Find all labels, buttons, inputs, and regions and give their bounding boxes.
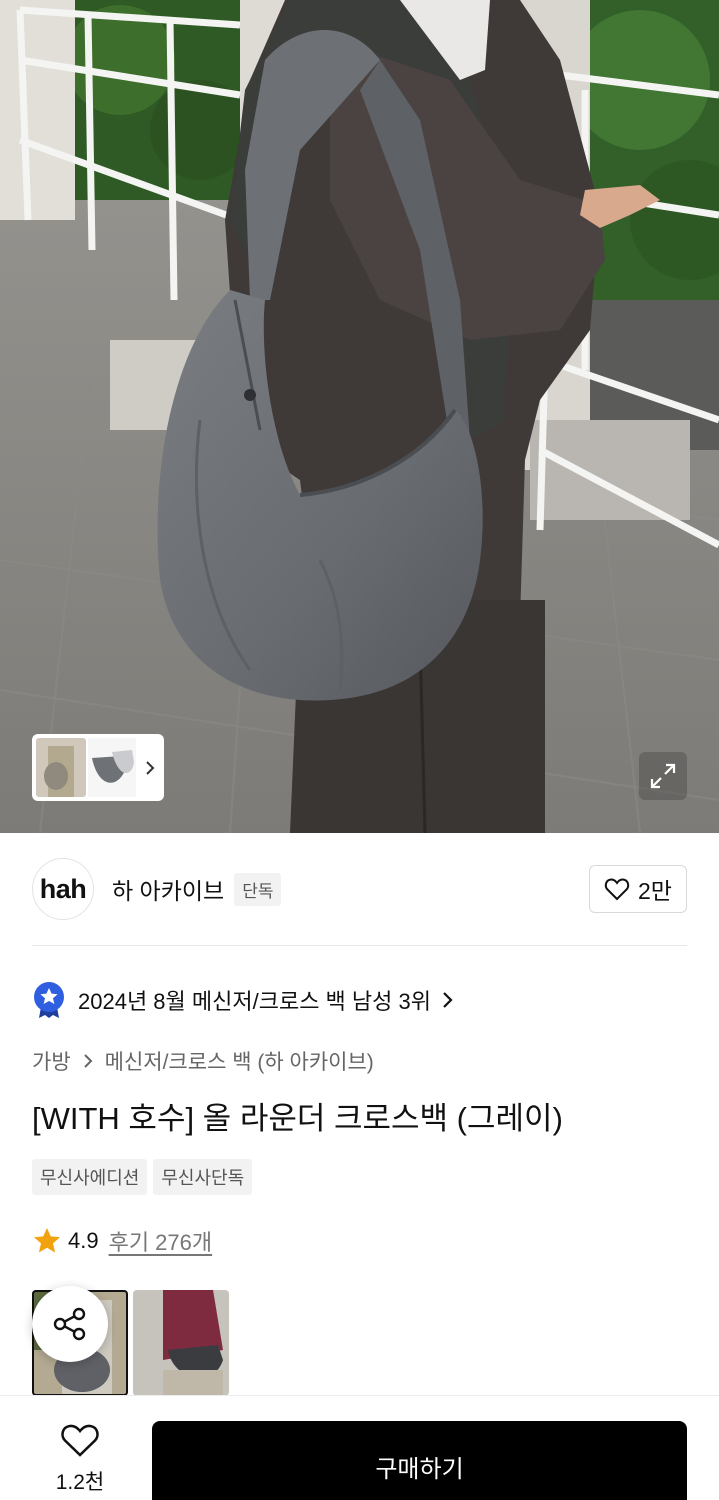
brand-name[interactable]: 하 아카이브 [112, 872, 224, 906]
product-tag: 무신사단독 [153, 1159, 253, 1195]
rating-score: 4.9 [68, 1228, 99, 1253]
expand-icon [650, 763, 676, 789]
breadcrumb-item-subcategory[interactable]: 메신저/크로스 백 (하 아카이브) [105, 1046, 374, 1076]
heart-outline-icon [61, 1424, 99, 1457]
chevron-right-icon [146, 760, 155, 775]
wishlist-count: 1.2천 [55, 1471, 105, 1494]
review-photo[interactable] [133, 1290, 229, 1396]
chevron-right-icon [83, 1054, 93, 1068]
product-main-image[interactable] [0, 0, 719, 833]
rating-summary: 4.9 후기 276개 [32, 1222, 212, 1260]
brand-like-count: 2만 [638, 878, 672, 904]
ranking-link[interactable]: 2024년 8월 메신저/크로스 백 남성 3위 [32, 978, 455, 1022]
thumbnail-image[interactable] [88, 738, 136, 797]
product-tags: 무신사에디션 무신사단독 [32, 1159, 253, 1195]
ranking-text: 2024년 8월 메신저/크로스 백 남성 3위 [78, 989, 431, 1014]
breadcrumb-item-category[interactable]: 가방 [32, 1046, 71, 1076]
buy-button[interactable]: 구매하기 [152, 1421, 687, 1500]
review-photo-image [133, 1290, 229, 1396]
reviews-link[interactable]: 후기 276개 [109, 1225, 213, 1257]
award-badge-icon [34, 982, 64, 1018]
exclusive-badge: 단독 [234, 872, 282, 906]
thumbnail-photo [36, 738, 86, 797]
brand-logo[interactable]: hah [32, 858, 94, 920]
thumbnail-image[interactable] [36, 738, 86, 797]
bottom-action-bar: 1.2천 구매하기 [0, 1395, 719, 1500]
product-title: [WITH 호수] 올 라운더 크로스백 (그레이) [32, 1101, 563, 1136]
product-tag: 무신사에디션 [32, 1159, 148, 1195]
chevron-right-icon [443, 992, 453, 1008]
section-divider [32, 945, 687, 946]
image-thumbnail-strip[interactable] [32, 734, 164, 801]
heart-outline-icon [604, 878, 630, 901]
brand-row: hah 하 아카이브 단독 2만 [32, 857, 687, 921]
star-icon [34, 1228, 60, 1253]
thumbnail-photo [88, 738, 136, 797]
expand-image-button[interactable] [639, 752, 687, 800]
brand-like-button[interactable]: 2만 [589, 865, 687, 913]
wishlist-button[interactable]: 1.2천 [32, 1422, 128, 1496]
share-icon [53, 1307, 86, 1341]
product-photo [0, 0, 719, 833]
share-button[interactable] [32, 1286, 108, 1362]
breadcrumb: 가방 메신저/크로스 백 (하 아카이브) [32, 1044, 374, 1078]
breadcrumb-separator [83, 1053, 93, 1069]
